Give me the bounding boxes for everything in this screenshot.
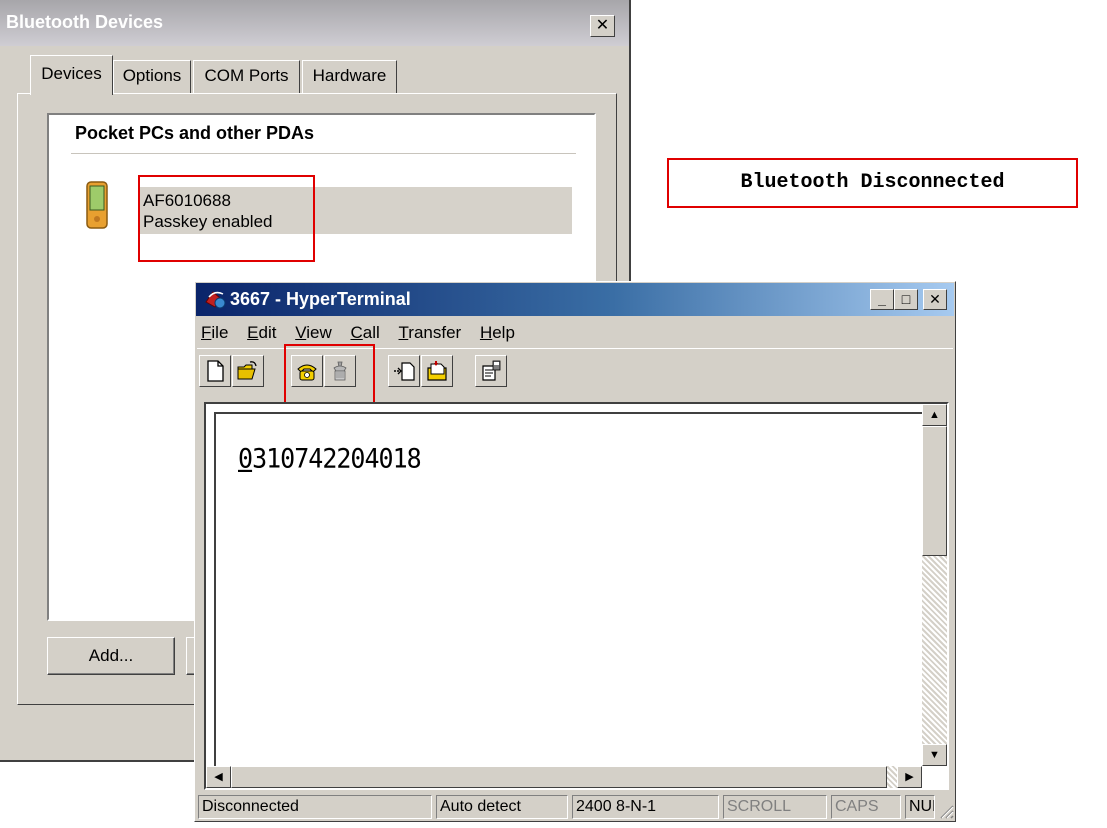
terminal-output-text: 310742204018	[252, 442, 422, 475]
open-icon	[237, 361, 257, 380]
menu-call-rest: all	[362, 323, 380, 342]
vertical-scroll-thumb[interactable]	[922, 426, 947, 556]
menu-file[interactable]: File	[201, 323, 228, 343]
toolbar-highlight-box	[284, 344, 375, 410]
hyperterminal-window: 3667 - HyperTerminal _ □ ✕ File Edit Vie…	[194, 281, 956, 822]
window-title: Bluetooth Devices	[6, 12, 164, 32]
menu-edit-accel: E	[247, 323, 259, 342]
menu-file-rest: ile	[211, 323, 229, 342]
terminal-screen[interactable]: 0310742204018	[214, 412, 924, 779]
menu-edit[interactable]: Edit	[247, 323, 276, 343]
close-button[interactable]: ✕	[590, 15, 615, 37]
status-caps: CAPS	[831, 795, 901, 819]
status-port-settings: 2400 8-N-1	[572, 795, 719, 819]
resize-grip-icon[interactable]	[936, 801, 954, 819]
tab-com-ports[interactable]: COM Ports	[193, 60, 300, 93]
terminal-output: 0310742204018	[238, 442, 422, 475]
send-button[interactable]	[388, 355, 420, 387]
menu-transfer-accel: T	[398, 323, 409, 342]
receive-icon	[427, 361, 447, 381]
horizontal-scrollbar[interactable]: ◀ ▶	[206, 766, 922, 788]
tab-options[interactable]: Options	[113, 60, 191, 93]
new-connection-button[interactable]	[199, 355, 231, 387]
scroll-down-button[interactable]: ▼	[922, 744, 947, 766]
maximize-button[interactable]: □	[894, 289, 918, 310]
terminal-area[interactable]: 0310742204018 ▲ ▼ ◀ ▶	[204, 402, 949, 790]
scroll-left-button[interactable]: ◀	[206, 766, 231, 788]
scroll-right-button[interactable]: ▶	[897, 766, 922, 788]
tab-devices[interactable]: Devices	[30, 55, 113, 95]
status-bar: Disconnected Auto detect 2400 8-N-1 SCRO…	[198, 795, 954, 819]
menu-file-accel: F	[201, 323, 212, 342]
properties-icon	[482, 360, 501, 381]
device-highlight-box	[138, 175, 315, 262]
menu-view-rest: iew	[306, 323, 332, 342]
window-title: 3667 - HyperTerminal	[230, 289, 411, 309]
close-button[interactable]: ✕	[923, 289, 947, 310]
send-icon	[394, 362, 415, 381]
menu-call[interactable]: Call	[350, 323, 379, 343]
hyperterminal-title-bar[interactable]: 3667 - HyperTerminal _ □ ✕	[196, 283, 954, 316]
open-button[interactable]	[232, 355, 264, 387]
menu-transfer[interactable]: Transfer	[399, 323, 462, 343]
tab-hardware[interactable]: Hardware	[302, 60, 397, 93]
menu-view-accel: V	[295, 323, 307, 342]
status-scroll: SCROLL	[723, 795, 827, 819]
menu-help-accel: H	[479, 323, 493, 342]
menu-help[interactable]: Help	[480, 323, 515, 343]
hyperterminal-app-icon	[205, 291, 226, 309]
bluetooth-devices-title-bar[interactable]: Bluetooth Devices ✕	[0, 0, 629, 46]
add-button[interactable]: Add...	[47, 637, 175, 675]
menu-help-rest: elp	[492, 323, 515, 342]
status-num: NUM	[905, 795, 935, 819]
menu-call-accel: C	[350, 323, 363, 342]
scroll-up-button[interactable]: ▲	[922, 404, 947, 426]
receive-button[interactable]	[421, 355, 453, 387]
status-connection: Disconnected	[198, 795, 432, 819]
menu-transfer-rest: ransfer	[408, 323, 462, 342]
menu-view[interactable]: View	[295, 323, 332, 343]
status-callout: Bluetooth Disconnected	[667, 158, 1078, 208]
vertical-scrollbar[interactable]: ▲ ▼	[922, 404, 947, 766]
group-divider	[71, 153, 576, 154]
group-header: Pocket PCs and other PDAs	[75, 123, 315, 143]
new-icon	[207, 360, 224, 382]
terminal-cursor-char: 0	[238, 442, 253, 475]
horizontal-scroll-thumb[interactable]	[231, 766, 887, 788]
status-detect: Auto detect	[436, 795, 568, 819]
menu-edit-rest: dit	[258, 323, 277, 342]
minimize-button[interactable]: _	[870, 289, 894, 310]
properties-button[interactable]	[475, 355, 507, 387]
pda-icon	[86, 181, 108, 229]
